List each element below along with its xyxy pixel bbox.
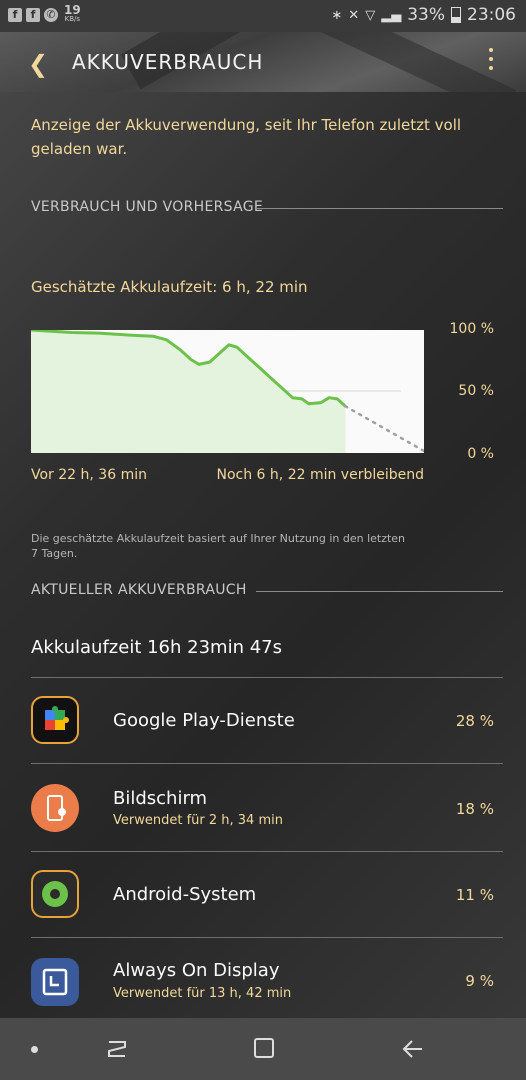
list-item[interactable]: Android-System 11 % — [0, 852, 526, 937]
puzzle-icon — [45, 706, 69, 730]
back-icon[interactable] — [400, 1038, 424, 1060]
navigation-bar — [0, 1018, 526, 1080]
bluetooth-icon: ∗ — [331, 7, 343, 23]
app-percent: 9 % — [465, 972, 494, 990]
net-speed-value: 19 — [64, 3, 81, 17]
x-label-start: Vor 22 h, 36 min — [31, 467, 147, 483]
notification-icons: f f ✆ 19 KB/s — [8, 3, 81, 24]
x-label-end: Noch 6 h, 22 min verbleibend — [216, 467, 425, 483]
app-percent: 11 % — [455, 886, 494, 904]
section-header-current: AKTUELLER AKKUVERBRAUCH — [31, 582, 247, 598]
net-speed: 19 KB/s — [64, 3, 81, 24]
section-divider — [256, 208, 503, 209]
net-speed-unit: KB/s — [64, 15, 81, 23]
battery-uptime: Akkulaufzeit 16h 23min 47s — [31, 637, 282, 658]
battery-chart[interactable] — [31, 330, 424, 453]
facebook-icon: f — [8, 8, 22, 22]
always-on-display-icon — [31, 958, 79, 1006]
section-divider — [256, 591, 503, 592]
mute-icon: ✕ — [348, 7, 360, 23]
wifi-icon: ▽ — [365, 7, 376, 23]
section-header-usage: VERBRAUCH UND VORHERSAGE — [31, 199, 263, 215]
estimated-battery-life: Geschätzte Akkulaufzeit: 6 h, 22 min — [31, 278, 308, 296]
phone-screen-icon — [47, 795, 66, 821]
app-percent: 28 % — [455, 712, 494, 730]
app-usage-time: Verwendet für 13 h, 42 min — [113, 986, 292, 1001]
y-label-100: 100 % — [449, 321, 494, 337]
android-system-icon — [31, 870, 79, 918]
battery-percent: 33% — [407, 5, 445, 25]
page-title: AKKUVERBRAUCH — [72, 50, 264, 74]
system-icons: ∗ ✕ ▽ ▂▄ 33% 23:06 — [331, 5, 516, 25]
facebook-icon: f — [26, 8, 40, 22]
recent-apps-icon[interactable] — [105, 1038, 129, 1060]
y-label-50: 50 % — [458, 383, 494, 399]
list-item[interactable]: Always On Display Verwendet für 13 h, 42… — [0, 938, 526, 1018]
chart-note: Die geschätzte Akkulaufzeit basiert auf … — [31, 532, 406, 560]
battery-icon — [451, 7, 461, 23]
app-name: Always On Display — [113, 960, 280, 981]
y-label-0: 0 % — [467, 446, 494, 462]
back-arrow-icon[interactable]: ❮ — [28, 50, 48, 78]
nav-dot-icon[interactable] — [31, 1046, 38, 1053]
usage-description: Anzeige der Akkuverwendung, seit Ihr Tel… — [31, 116, 462, 158]
screen-icon — [31, 784, 79, 832]
list-item[interactable]: Google Play-Dienste 28 % — [0, 678, 526, 763]
battery-chart-svg — [31, 330, 424, 453]
clock-icon — [42, 968, 68, 996]
forecast-line — [344, 405, 424, 453]
clock: 23:06 — [467, 5, 516, 25]
app-name: Bildschirm — [113, 788, 208, 809]
more-options-icon[interactable] — [488, 48, 494, 75]
list-item[interactable]: Bildschirm Verwendet für 2 h, 34 min 18 … — [0, 764, 526, 851]
app-name: Android-System — [113, 884, 257, 905]
status-bar: f f ✆ 19 KB/s ∗ ✕ ▽ ▂▄ 33% 23:06 — [0, 0, 526, 32]
app-percent: 18 % — [455, 800, 494, 818]
app-header: ❮ AKKUVERBRAUCH — [0, 32, 526, 92]
home-icon[interactable] — [253, 1037, 275, 1059]
whatsapp-icon: ✆ — [44, 8, 58, 22]
app-usage-time: Verwendet für 2 h, 34 min — [113, 813, 283, 828]
app-name: Google Play-Dienste — [113, 710, 295, 731]
signal-icon: ▂▄ — [381, 7, 402, 23]
gear-icon — [42, 881, 68, 907]
google-play-services-icon — [31, 696, 79, 744]
